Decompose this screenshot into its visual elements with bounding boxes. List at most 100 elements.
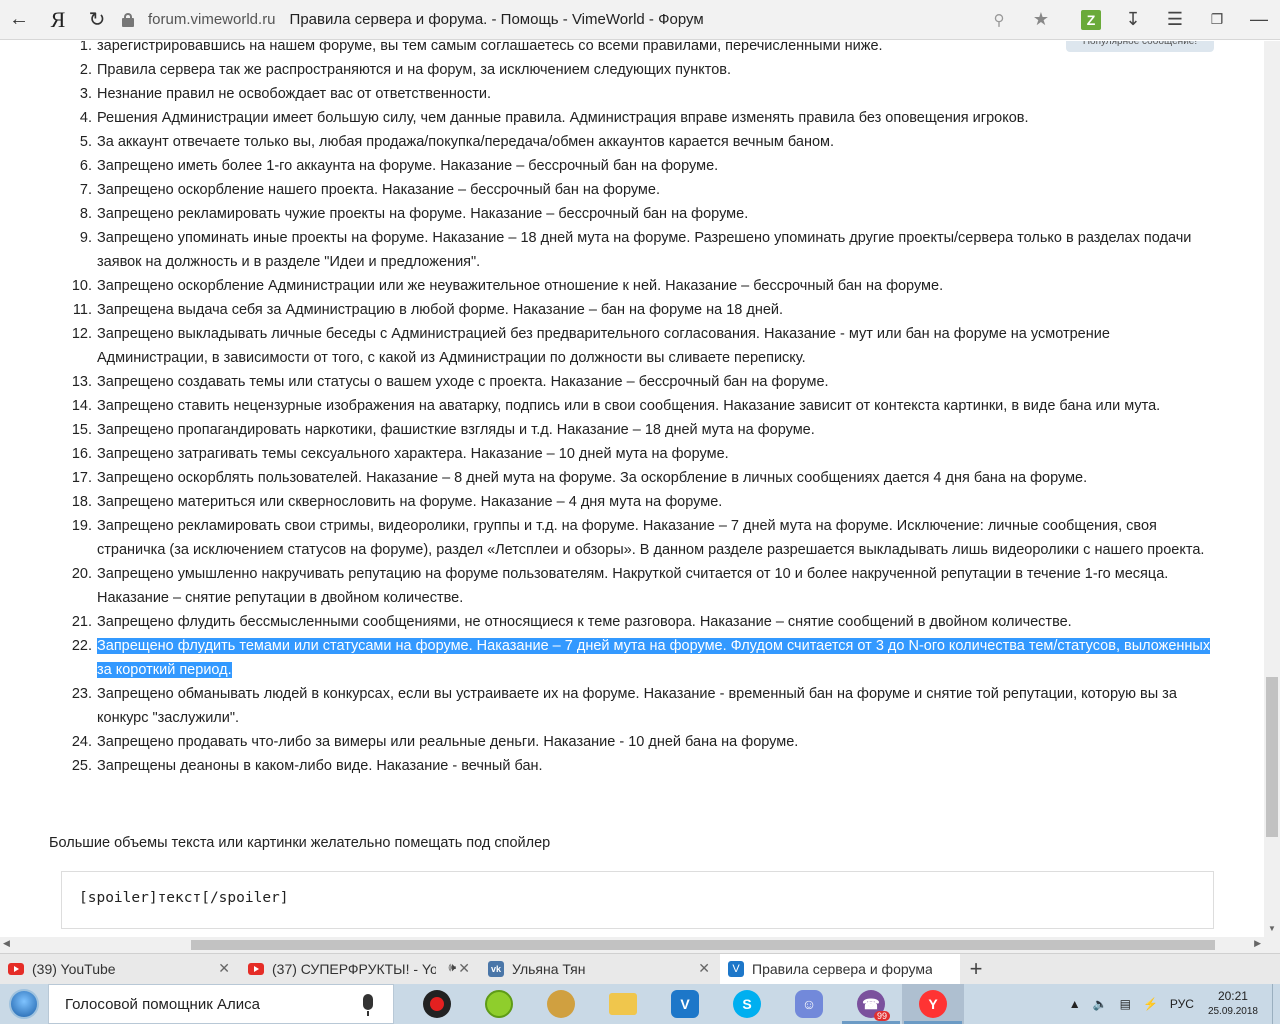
rule-text: Запрещены деаноны в каком-либо виде. Нак…: [97, 758, 543, 774]
power-icon[interactable]: ⚡: [1143, 997, 1158, 1011]
skype-app[interactable]: S: [716, 984, 778, 1024]
clock-date: 25.09.2018: [1207, 1006, 1258, 1017]
speaker-icon[interactable]: 🕪: [448, 960, 456, 975]
tray-arrow-icon[interactable]: ▲: [1069, 997, 1081, 1011]
rule-number: 4.: [79, 110, 92, 126]
list-item: 4. Решения Администрации имеет большую си…: [0, 106, 1264, 130]
translate-icon[interactable]: ⚲: [978, 0, 1020, 40]
list-item: 15. Запрещено пропагандировать наркотики,…: [0, 418, 1264, 442]
scroll-down-arrow-icon[interactable]: ▼: [1268, 924, 1276, 933]
list-item: 20. Запрещено умышленно накручивать репут…: [0, 562, 1264, 610]
lime-app[interactable]: [468, 984, 530, 1024]
list-item: 13. Запрещено создавать темы или статусы …: [0, 370, 1264, 394]
star-icon[interactable]: ★: [1020, 0, 1062, 40]
page-title: Правила сервера и форума. - Помощь - Vim…: [289, 11, 704, 28]
tab-vimeworld[interactable]: V Правила сервера и форума. - Помощь - V…: [720, 954, 960, 984]
folder-icon: [609, 993, 637, 1015]
list-item: 24. Запрещено продавать что-либо за вимер…: [0, 730, 1264, 754]
menu-icon[interactable]: ☰: [1154, 0, 1196, 40]
rule-text: Запрещено рекламировать свои стримы, вид…: [97, 518, 1205, 558]
youtube-icon: [248, 963, 264, 975]
list-item: 21. Запрещено флудить бессмысленными сооб…: [0, 610, 1264, 634]
restore-window-icon[interactable]: ❐: [1196, 0, 1238, 40]
volume-icon[interactable]: 🔈: [1093, 997, 1108, 1011]
tab-bar: (39) YouTube ✕ (37) СУПЕРФРУКТЫ! - YouTu…: [0, 953, 1280, 984]
lime-icon: [485, 990, 513, 1018]
rule-number: 10.: [71, 278, 92, 294]
rule-text: Незнание правил не освобождает вас от от…: [97, 86, 491, 102]
clock-time: 20:21: [1217, 989, 1248, 1003]
download-icon[interactable]: ↧: [1112, 0, 1154, 40]
notification-badge: 99: [873, 1011, 890, 1021]
rule-number: 12.: [71, 326, 92, 342]
explorer-app[interactable]: [592, 984, 654, 1024]
close-icon[interactable]: ✕: [218, 960, 230, 977]
discord-app[interactable]: ☺: [778, 984, 840, 1024]
tab-label: Правила сервера и форума. - Помощь - Vim…: [752, 961, 932, 977]
close-icon[interactable]: ✕: [458, 960, 470, 977]
yandex-logo[interactable]: Я: [38, 7, 78, 33]
alice-search-box[interactable]: Голосовой помощник Алиса: [48, 984, 394, 1024]
tab-superfrukty[interactable]: (37) СУПЕРФРУКТЫ! - YouTube 🕪 ✕: [240, 954, 478, 984]
rule-number: 6.: [79, 158, 92, 174]
microphone-icon[interactable]: [363, 994, 373, 1016]
rule-text: Решения Администрации имеет большую силу…: [97, 110, 1029, 126]
reload-icon[interactable]: ↻: [78, 0, 116, 40]
rule-number: 17.: [71, 470, 92, 486]
rule-text: Запрещено иметь более 1-го аккаунта на ф…: [97, 158, 719, 174]
rule-number: 2.: [79, 62, 92, 78]
start-button[interactable]: [0, 984, 48, 1024]
extension-icon[interactable]: Z: [1070, 0, 1112, 40]
yandex-browser-icon: Y: [919, 990, 947, 1018]
list-item: 18. Запрещено материться или сквернослови…: [0, 490, 1264, 514]
rule-text: зарегистрировавшись на нашем форуме, вы …: [97, 41, 883, 54]
rule-text: Запрещено флудить темами или статусами н…: [97, 634, 1222, 682]
system-tray: ▲ 🔈 ▤ ⚡ РУС 20:21 25.09.2018: [1063, 984, 1280, 1024]
rule-text: Запрещено продавать что-либо за вимеры и…: [97, 734, 799, 750]
viber-app[interactable]: ☎ 99: [840, 984, 902, 1024]
vimeworld-icon: V: [728, 961, 744, 977]
list-item: 2. Правила сервера так же распространяютс…: [0, 58, 1264, 82]
recorder-app[interactable]: [406, 984, 468, 1024]
scroll-left-arrow-icon[interactable]: ◀: [3, 938, 10, 949]
tab-label: (39) YouTube: [32, 961, 116, 977]
close-icon[interactable]: ✕: [698, 960, 710, 977]
tab-vk[interactable]: vk Ульяна Тян ✕: [480, 954, 718, 984]
new-tab-button[interactable]: +: [960, 954, 992, 984]
vk-icon: vk: [488, 961, 504, 977]
rule-number: 3.: [79, 86, 92, 102]
rule-text: Запрещено пропагандировать наркотики, фа…: [97, 422, 815, 438]
vimeworld-app[interactable]: V: [654, 984, 716, 1024]
language-indicator[interactable]: РУС: [1170, 997, 1194, 1011]
list-item: 9. Запрещено упоминать иные проекты на фо…: [0, 226, 1264, 274]
spoiler-note: Большие объемы текста или картинки желат…: [49, 835, 551, 851]
rule-number: 21.: [71, 614, 92, 630]
show-desktop-button[interactable]: [1272, 984, 1280, 1024]
rule-number: 5.: [79, 134, 92, 150]
scrollbar-thumb[interactable]: [191, 940, 1215, 950]
rule-text: Правила сервера так же распространяются …: [97, 62, 732, 78]
rule-text: Запрещено создавать темы или статусы о в…: [97, 374, 829, 390]
tab-label: Ульяна Тян: [512, 961, 586, 977]
vertical-scrollbar[interactable]: ▼: [1264, 41, 1280, 937]
windows-orb-icon: [9, 989, 39, 1019]
list-item: 11. Запрещена выдача себя за Администраци…: [0, 298, 1264, 322]
yandex-browser-app[interactable]: Y: [902, 984, 964, 1024]
address-bar[interactable]: forum.vimeworld.ru Правила сервера и фор…: [116, 0, 978, 40]
network-icon[interactable]: ▤: [1120, 997, 1131, 1011]
popular-post-badge: Популярное сообщение!: [1066, 41, 1214, 52]
back-arrow-icon[interactable]: ←: [0, 0, 38, 40]
rule-number: 19.: [71, 518, 92, 534]
minimize-icon[interactable]: —: [1238, 0, 1280, 40]
lock-icon[interactable]: [122, 12, 134, 27]
code-block: [spoiler]текст[/spoiler]: [61, 871, 1214, 929]
list-item: 23. Запрещено обманывать людей в конкурса…: [0, 682, 1264, 730]
game-app[interactable]: [530, 984, 592, 1024]
clock[interactable]: 20:21 25.09.2018: [1208, 989, 1258, 1019]
rule-text: Запрещено флудить бессмысленными сообщен…: [97, 614, 1072, 630]
scroll-right-arrow-icon[interactable]: ▶: [1254, 938, 1261, 949]
alice-label: Голосовой помощник Алиса: [65, 995, 260, 1013]
horizontal-scrollbar[interactable]: ◀ ▶: [0, 937, 1264, 953]
scrollbar-thumb[interactable]: [1266, 677, 1278, 837]
tab-youtube[interactable]: (39) YouTube ✕: [0, 954, 238, 984]
